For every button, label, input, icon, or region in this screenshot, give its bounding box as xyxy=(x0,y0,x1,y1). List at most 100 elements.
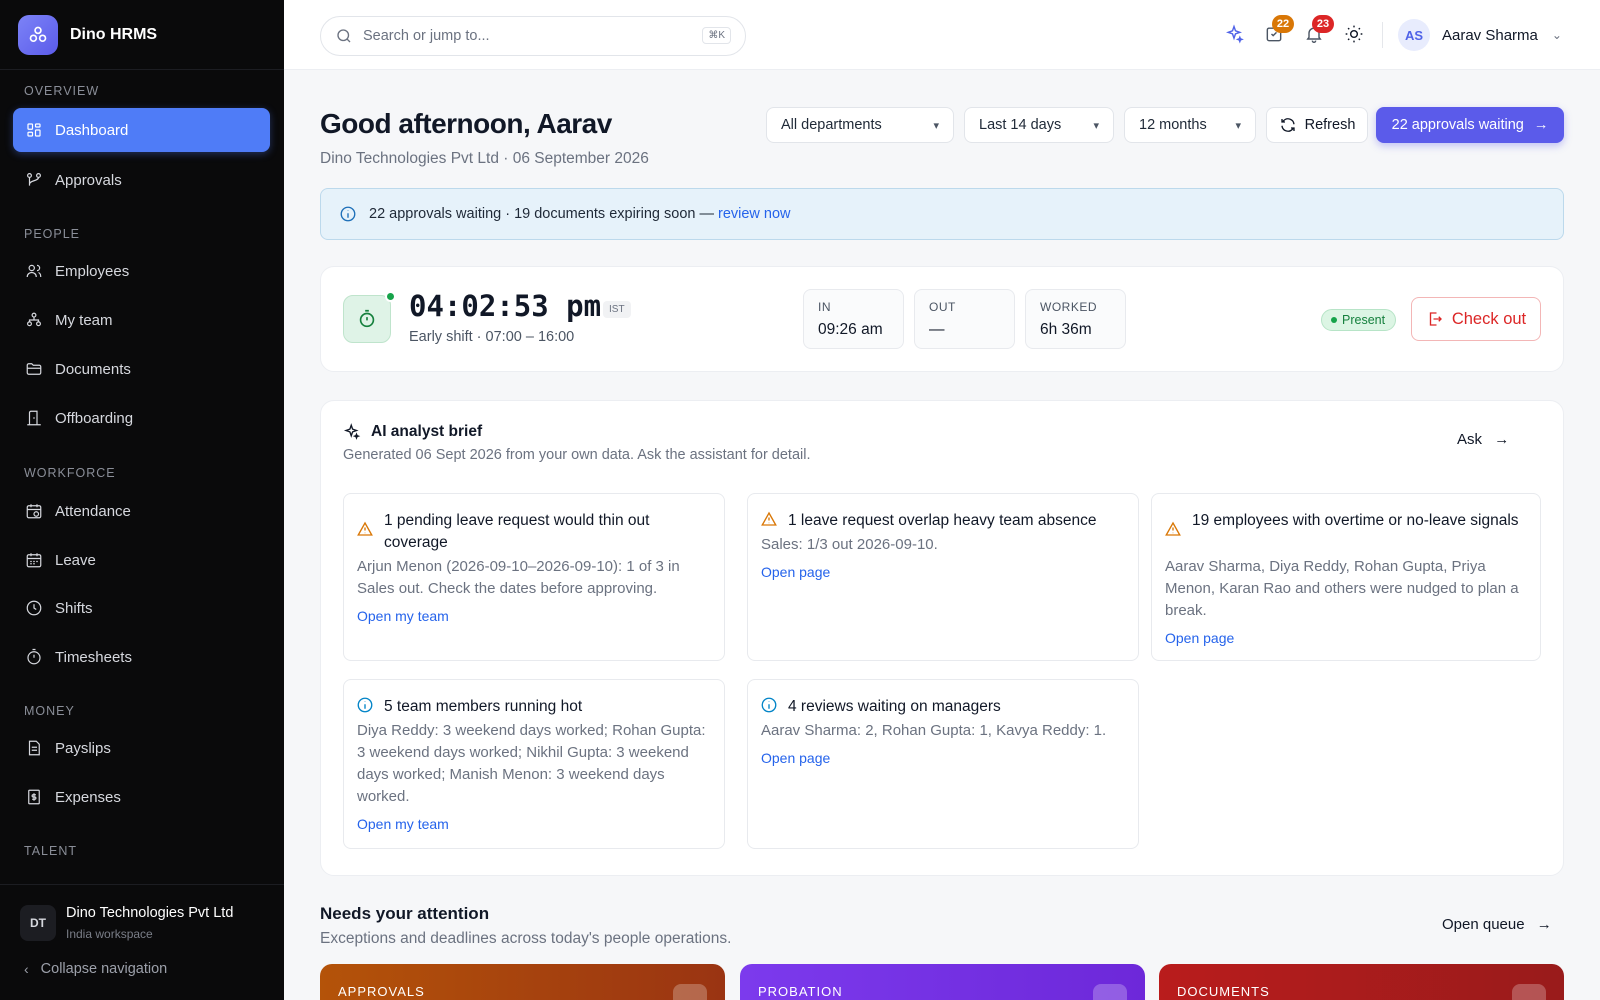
department-filter[interactable]: All departments ▾ xyxy=(766,107,954,143)
document-icon xyxy=(1512,984,1546,1000)
user-menu[interactable]: AS Aarav Sharma ⌄ xyxy=(1398,19,1562,51)
org-name[interactable]: Dino Technologies Pvt Ltd xyxy=(66,905,233,921)
sidebar-item-label: Attendance xyxy=(55,502,131,520)
insight-link[interactable]: Open page xyxy=(1165,630,1234,646)
refresh-icon xyxy=(1280,118,1295,132)
arrow-right-icon: → xyxy=(1494,431,1510,448)
clock-icon xyxy=(26,600,42,616)
timer-icon xyxy=(27,648,41,665)
online-indicator xyxy=(385,291,396,302)
approvals-waiting-button[interactable]: 22 approvals waiting → xyxy=(1376,107,1564,143)
sidebar-item-leave[interactable]: Leave xyxy=(13,538,270,582)
open-queue-link[interactable]: Open queue → xyxy=(1442,916,1552,933)
open-queue-label: Open queue xyxy=(1442,916,1525,933)
insight-card: 5 team members running hot Diya Reddy: 3… xyxy=(343,679,725,849)
arrow-right-icon: → xyxy=(1533,117,1549,133)
insight-body: Diya Reddy: 3 weekend days worked; Rohan… xyxy=(357,722,706,805)
sidebar-item-label: Leave xyxy=(55,551,96,569)
insight-body: Aarav Sharma, Diya Reddy, Rohan Gupta, P… xyxy=(1165,558,1519,619)
folder-icon xyxy=(26,363,42,375)
sidebar-item-employees[interactable]: Employees xyxy=(13,249,270,293)
brand-logo-icon xyxy=(18,14,58,55)
refresh-button[interactable]: Refresh xyxy=(1266,107,1368,143)
expenses-icon xyxy=(28,789,40,805)
alert-banner: 22 approvals waiting · 19 documents expi… xyxy=(320,188,1564,240)
insight-link[interactable]: Open page xyxy=(761,564,830,580)
sidebar-item-label: Payslips xyxy=(55,739,111,757)
section-subtitle: Exceptions and deadlines across today's … xyxy=(320,930,732,947)
insight-link[interactable]: Open page xyxy=(761,750,830,766)
org-avatar[interactable]: DT xyxy=(20,905,56,941)
team-icon xyxy=(27,312,41,327)
sidebar-item-approvals[interactable]: Approvals xyxy=(13,158,270,202)
sidebar-item-label: Documents xyxy=(55,360,131,378)
insight-link[interactable]: Open my team xyxy=(357,608,449,624)
search-shortcut: ⌘K xyxy=(702,27,731,44)
sidebar-item-my-team[interactable]: My team xyxy=(13,298,270,342)
sidebar-item-documents[interactable]: Documents xyxy=(13,347,270,391)
insight-card: 1 leave request overlap heavy team absen… xyxy=(747,493,1139,661)
probation-tile[interactable]: PROBATION xyxy=(740,964,1145,1000)
documents-tile[interactable]: DOCUMENTS xyxy=(1159,964,1564,1000)
tasks-button[interactable]: 22 xyxy=(1264,15,1294,46)
status-badge: Present xyxy=(1321,309,1397,331)
nav-section-overview: OVERVIEW xyxy=(24,84,100,98)
insight-card: 1 pending leave request would thin out c… xyxy=(343,493,725,661)
arrow-right-icon: → xyxy=(1536,916,1552,933)
sidebar-item-expenses[interactable]: Expenses xyxy=(13,775,270,819)
collapse-navigation-label: Collapse navigation xyxy=(40,961,168,977)
insight-body: Sales: 1/3 out 2026-09-10. xyxy=(761,536,938,553)
user-name: Aarav Sharma xyxy=(1442,26,1538,44)
search-input[interactable]: Search or jump to... ⌘K xyxy=(320,16,746,56)
tile-label: PROBATION xyxy=(758,984,843,999)
shift-info: Early shift · 07:00 – 16:00 xyxy=(409,329,575,345)
sidebar-item-label: Shifts xyxy=(55,599,93,617)
theme-toggle-button[interactable] xyxy=(1344,24,1366,46)
sidebar-item-label: Dashboard xyxy=(55,121,129,139)
brand[interactable]: Dino HRMS xyxy=(0,0,284,70)
worked-stat: WORKED 6h 36m xyxy=(1025,289,1126,349)
sidebar-item-shifts[interactable]: Shifts xyxy=(13,586,270,630)
collapse-navigation-button[interactable]: ‹ Collapse navigation xyxy=(24,961,167,977)
warning-icon xyxy=(760,510,778,528)
department-filter-value: All departments xyxy=(781,117,882,133)
timezone-badge: IST xyxy=(603,301,631,318)
ai-analyst-brief-card: AI analyst brief Generated 06 Sept 2026 … xyxy=(320,400,1564,876)
tile-label: DOCUMENTS xyxy=(1177,984,1270,999)
check-out-button[interactable]: Check out xyxy=(1411,297,1541,341)
attendance-clock-card: 04:02:53 pm IST Early shift · 07:00 – 16… xyxy=(320,266,1564,372)
approvals-waiting-label: 22 approvals waiting xyxy=(1391,117,1524,133)
sidebar-item-attendance[interactable]: Attendance xyxy=(13,489,270,533)
warning-icon xyxy=(356,520,374,538)
clock-time: 04:02:53 pm xyxy=(409,289,602,323)
worked-value: 6h 36m xyxy=(1040,321,1092,338)
info-icon xyxy=(340,206,356,222)
insight-title: 1 leave request overlap heavy team absen… xyxy=(788,512,1097,529)
review-now-link[interactable]: review now xyxy=(718,206,791,222)
ai-sparkle-button[interactable] xyxy=(1224,24,1246,46)
check-out-label: Check out xyxy=(1451,309,1527,328)
insight-link[interactable]: Open my team xyxy=(357,816,449,832)
period-filter[interactable]: 12 months ▾ xyxy=(1124,107,1256,143)
insight-title: 19 employees with overtime or no-leave s… xyxy=(1192,512,1519,529)
sidebar-item-label: My team xyxy=(55,311,113,329)
approvals-tile[interactable]: APPROVALS xyxy=(320,964,725,1000)
ask-assistant-button[interactable]: Ask → xyxy=(1457,431,1509,448)
check-in-stat: IN 09:26 am xyxy=(803,289,904,349)
check-in-label: IN xyxy=(818,300,831,314)
chevron-down-icon: ⌄ xyxy=(1551,28,1562,42)
insight-title: 1 pending leave request would thin out c… xyxy=(384,512,650,551)
info-icon xyxy=(356,696,374,714)
sidebar-item-label: Offboarding xyxy=(55,409,134,427)
section-title: Needs your attention xyxy=(320,904,490,923)
payslip-icon xyxy=(28,740,40,756)
notifications-button[interactable]: 23 xyxy=(1304,15,1334,46)
sidebar-item-payslips[interactable]: Payslips xyxy=(13,726,270,770)
range-filter[interactable]: Last 14 days ▾ xyxy=(964,107,1114,143)
sidebar-item-label: Timesheets xyxy=(55,648,132,666)
topbar: Search or jump to... ⌘K 22 23 AS Aarav S… xyxy=(284,0,1600,70)
sidebar-item-offboarding[interactable]: Offboarding xyxy=(13,396,270,440)
sidebar-item-timesheets[interactable]: Timesheets xyxy=(13,635,270,679)
sidebar-item-dashboard[interactable]: Dashboard xyxy=(13,108,270,152)
chevron-down-icon: ▾ xyxy=(933,119,939,132)
